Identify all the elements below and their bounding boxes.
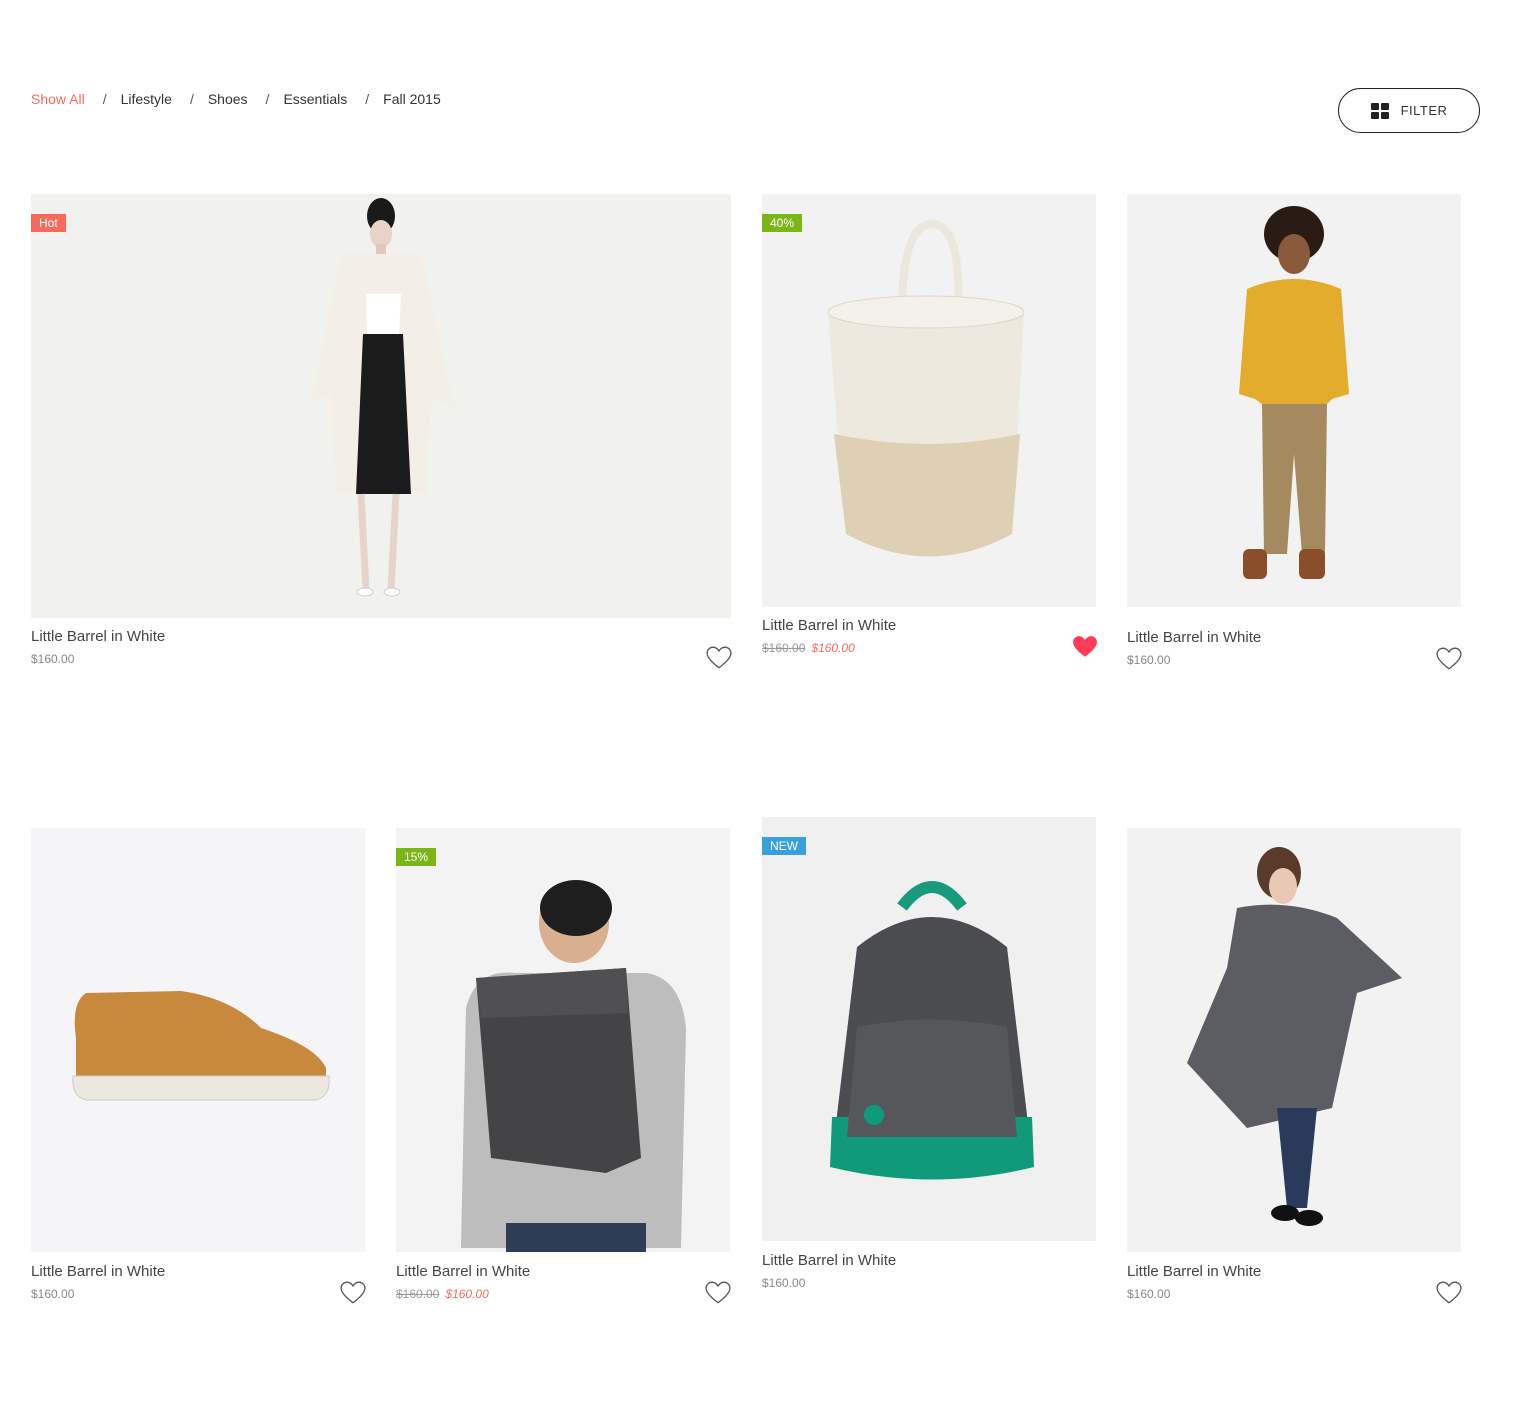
product-title[interactable]: Little Barrel in White bbox=[31, 628, 165, 645]
breadcrumb-lifestyle[interactable]: Lifestyle bbox=[121, 91, 172, 107]
product-title[interactable]: Little Barrel in White bbox=[1127, 629, 1261, 646]
product-badge: 15% bbox=[396, 848, 437, 866]
breadcrumb-shoes[interactable]: Shoes bbox=[208, 91, 248, 107]
product-sale-price: $160.00 bbox=[811, 641, 855, 655]
product-image[interactable] bbox=[31, 828, 365, 1252]
product-price: $160.00 $160.00 bbox=[396, 1287, 489, 1301]
heart-filled-icon[interactable] bbox=[1072, 635, 1098, 659]
product-card: NEW Little Barrel in White $160.00 bbox=[762, 817, 1096, 1297]
heart-icon[interactable] bbox=[1436, 1281, 1462, 1305]
product-image[interactable]: Hot bbox=[31, 194, 731, 618]
product-title[interactable]: Little Barrel in White bbox=[762, 617, 896, 634]
product-card: 15% Little Barrel in White $160.00 $160.0… bbox=[396, 828, 731, 1304]
filter-label: FILTER bbox=[1400, 103, 1448, 118]
product-card: Hot Little Barrel in White $160.00 bbox=[31, 194, 732, 669]
product-price: $160.00 $160.00 bbox=[762, 641, 855, 655]
heart-icon[interactable] bbox=[1436, 647, 1462, 671]
product-image[interactable]: 15% bbox=[396, 828, 730, 1252]
heart-icon[interactable] bbox=[705, 1281, 731, 1305]
product-image[interactable] bbox=[1127, 194, 1461, 607]
product-card: Little Barrel in White $160.00 bbox=[1127, 194, 1462, 670]
product-title[interactable]: Little Barrel in White bbox=[31, 1263, 165, 1280]
filter-button[interactable]: FILTER bbox=[1338, 88, 1480, 133]
product-price: $160.00 bbox=[762, 1276, 806, 1290]
product-card: 40% Little Barrel in White $160.00 $160.0… bbox=[762, 194, 1098, 664]
product-old-price: $160.00 bbox=[396, 1287, 440, 1301]
product-title[interactable]: Little Barrel in White bbox=[762, 1252, 896, 1269]
product-image[interactable]: NEW bbox=[762, 817, 1096, 1241]
breadcrumb-fall-2015[interactable]: Fall 2015 bbox=[383, 91, 441, 107]
product-badge: NEW bbox=[762, 837, 806, 855]
product-badge: 40% bbox=[762, 214, 803, 232]
product-badge: Hot bbox=[31, 214, 66, 232]
breadcrumb: Show All / Lifestyle / Shoes / Essential… bbox=[31, 91, 441, 107]
breadcrumb-separator: / bbox=[102, 91, 107, 107]
breadcrumb-show-all[interactable]: Show All bbox=[31, 91, 85, 107]
product-price: $160.00 bbox=[31, 652, 75, 666]
breadcrumb-separator: / bbox=[365, 91, 370, 107]
grid-icon bbox=[1370, 102, 1389, 119]
product-title[interactable]: Little Barrel in White bbox=[396, 1263, 530, 1280]
breadcrumb-essentials[interactable]: Essentials bbox=[283, 91, 347, 107]
product-price: $160.00 bbox=[1127, 653, 1171, 667]
product-card: Little Barrel in White $160.00 bbox=[31, 828, 366, 1304]
product-price: $160.00 bbox=[31, 1287, 75, 1301]
product-title[interactable]: Little Barrel in White bbox=[1127, 1263, 1261, 1280]
product-image[interactable]: 40% bbox=[762, 194, 1096, 607]
product-sale-price: $160.00 bbox=[445, 1287, 489, 1301]
product-card: Little Barrel in White $160.00 bbox=[1127, 828, 1462, 1304]
heart-icon[interactable] bbox=[706, 646, 732, 670]
product-price: $160.00 bbox=[1127, 1287, 1171, 1301]
heart-icon[interactable] bbox=[340, 1281, 366, 1305]
breadcrumb-separator: / bbox=[189, 91, 194, 107]
product-image[interactable] bbox=[1127, 828, 1461, 1252]
product-old-price: $160.00 bbox=[762, 641, 806, 655]
breadcrumb-separator: / bbox=[265, 91, 270, 107]
